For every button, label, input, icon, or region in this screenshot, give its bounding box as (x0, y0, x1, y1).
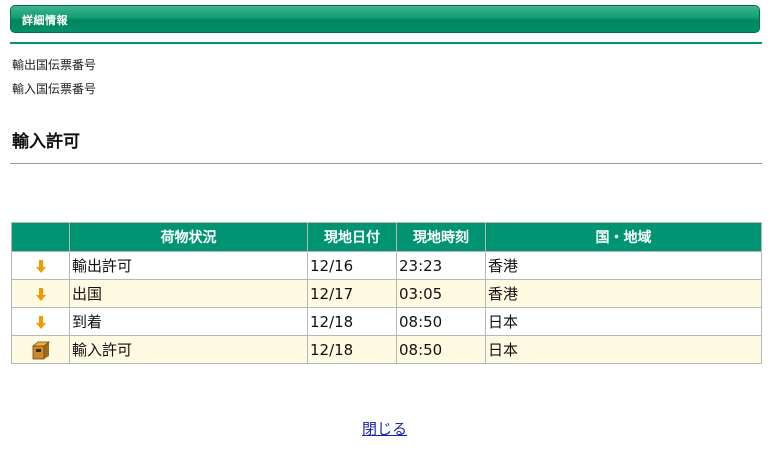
date-cell: 12/16 (307, 251, 397, 280)
export-slip-number-label: 輸出国伝票番号 (12, 58, 97, 72)
column-header-status: 荷物状況 (69, 222, 308, 252)
section-title: 輸入許可 (12, 132, 80, 152)
status-cell: 到着 (69, 307, 308, 336)
import-slip-number-label: 輸入国伝票番号 (12, 82, 97, 96)
close-link[interactable]: 閉じる (362, 418, 407, 439)
package-box-icon (31, 341, 50, 359)
details-header-title: 詳細情報 (22, 14, 68, 27)
region-cell: 香港 (485, 251, 762, 280)
time-cell: 03:05 (396, 279, 486, 308)
column-header-date: 現地日付 (307, 222, 397, 252)
status-cell: 出国 (69, 279, 308, 308)
tracking-status-table: 荷物状況 現地日付 現地時刻 国・地域 輸出許可 12/16 23:23 香港 (11, 222, 762, 364)
down-arrow-icon (35, 287, 46, 301)
time-cell: 08:50 (396, 335, 486, 364)
date-cell: 12/18 (307, 307, 397, 336)
table-row: 輸入許可 12/18 08:50 日本 (11, 335, 762, 364)
date-cell: 12/17 (307, 279, 397, 308)
column-header-icon (11, 222, 70, 252)
table-row: 出国 12/17 03:05 香港 (11, 279, 762, 308)
status-cell: 輸入許可 (69, 335, 308, 364)
down-arrow-icon (35, 315, 46, 329)
time-cell: 23:23 (396, 251, 486, 280)
status-cell: 輸出許可 (69, 251, 308, 280)
region-cell: 日本 (485, 307, 762, 336)
time-cell: 08:50 (396, 307, 486, 336)
column-header-region: 国・地域 (485, 222, 762, 252)
table-header-row: 荷物状況 現地日付 現地時刻 国・地域 (11, 222, 762, 252)
region-cell: 香港 (485, 279, 762, 308)
section-divider (10, 163, 762, 164)
down-arrow-icon (35, 259, 46, 273)
table-row: 到着 12/18 08:50 日本 (11, 307, 762, 336)
header-divider (10, 42, 762, 44)
column-header-time: 現地時刻 (396, 222, 486, 252)
date-cell: 12/18 (307, 335, 397, 364)
details-header-bar: 詳細情報 (10, 5, 760, 33)
table-row: 輸出許可 12/16 23:23 香港 (11, 251, 762, 280)
region-cell: 日本 (485, 335, 762, 364)
